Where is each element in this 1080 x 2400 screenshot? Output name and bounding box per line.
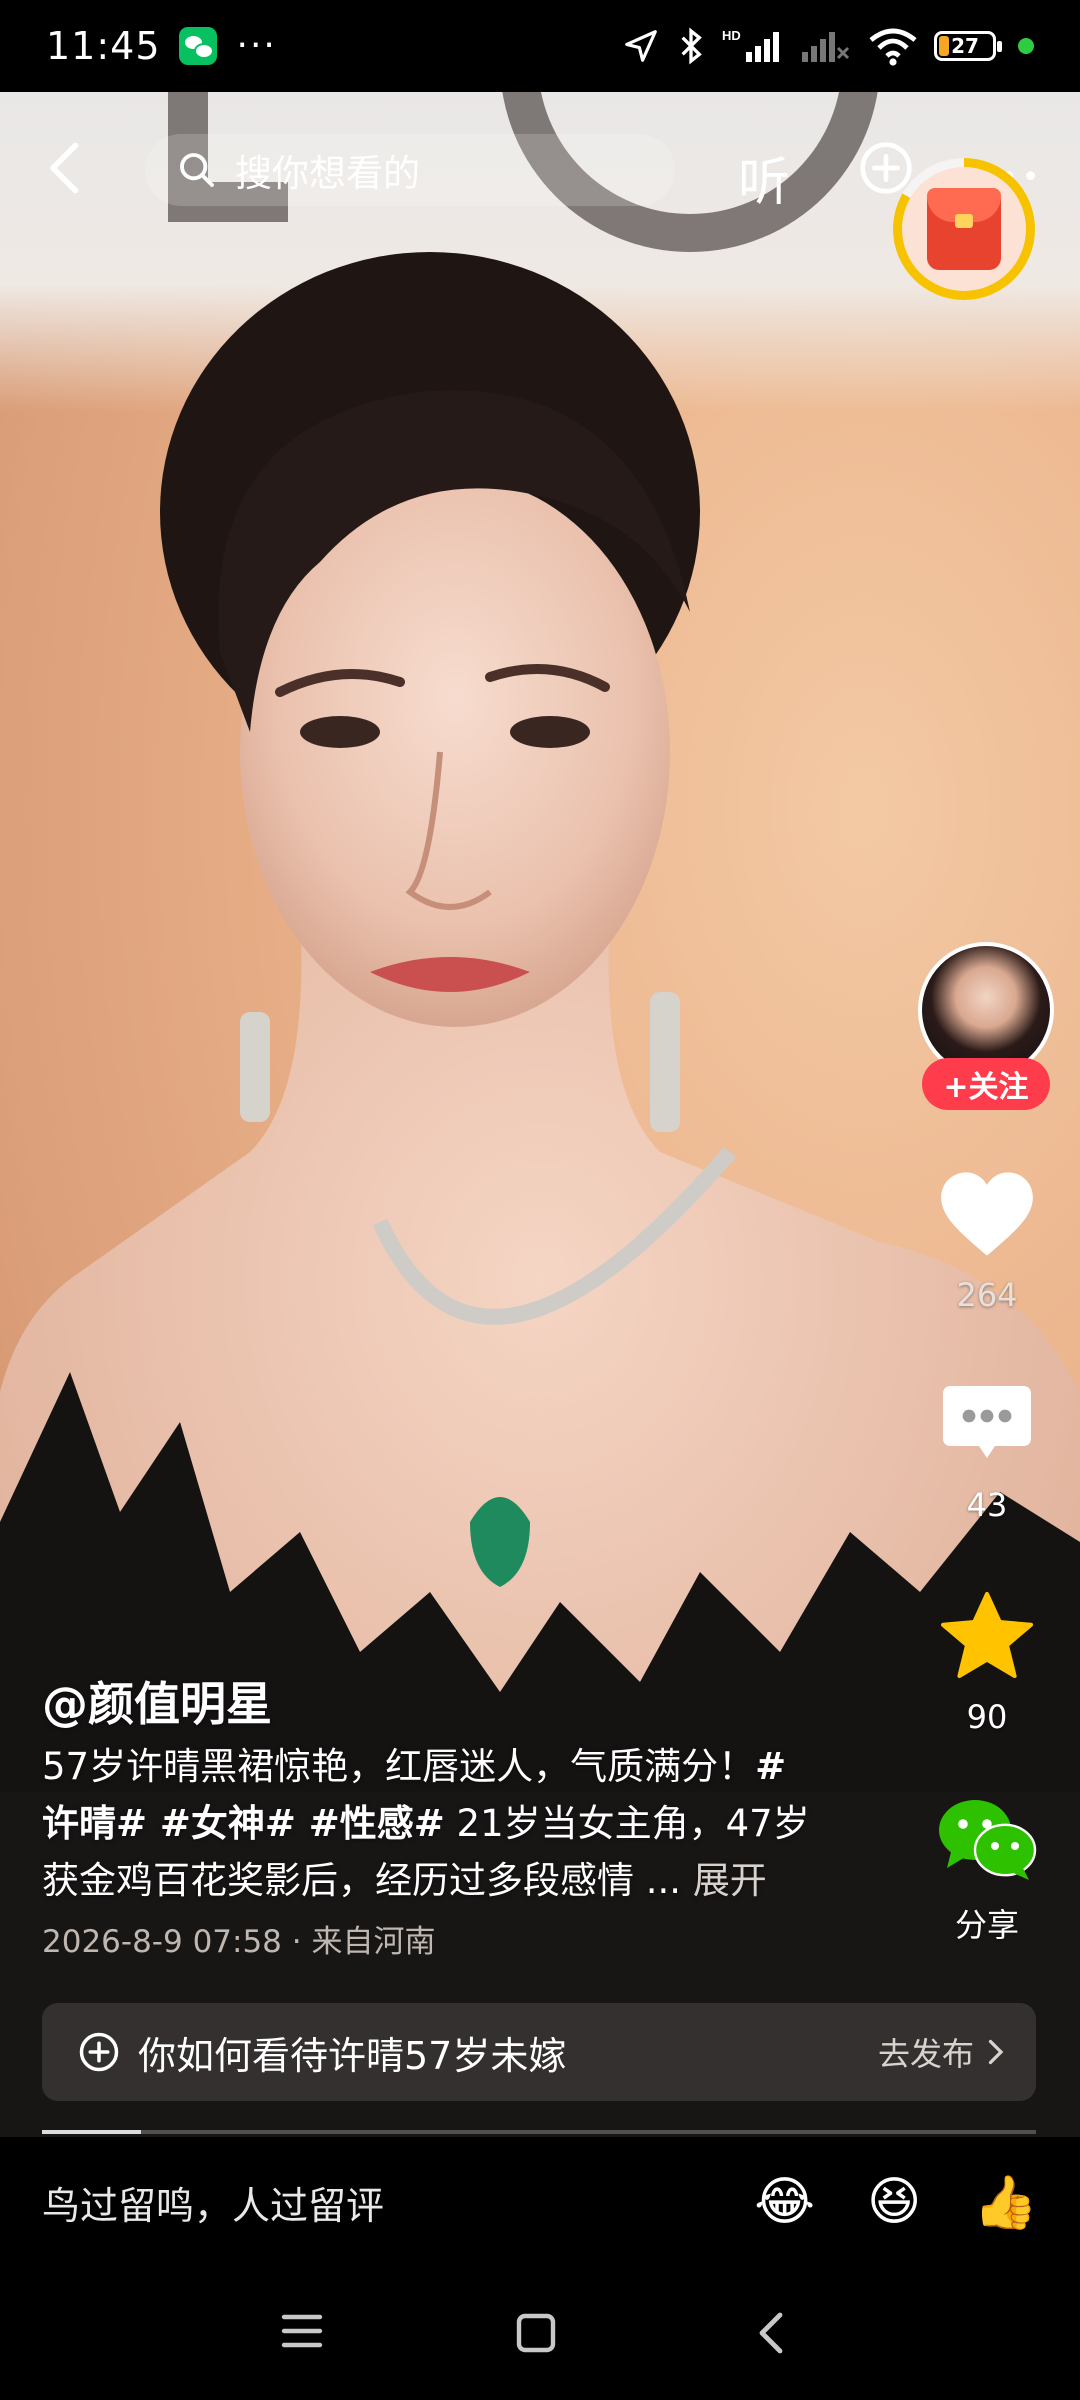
star-icon	[941, 1592, 1033, 1678]
home-icon[interactable]	[514, 2311, 558, 2355]
favorite-count: 90	[966, 1698, 1008, 1736]
back-icon[interactable]	[752, 2309, 792, 2357]
post-caption[interactable]: 57岁许晴黑裙惊艳，红唇迷人，气质满分！# 许晴# #女神# #性感# 21岁当…	[42, 1738, 862, 1909]
heart-icon	[941, 1172, 1033, 1256]
follow-button[interactable]: +关注	[922, 1058, 1050, 1110]
location-arrow-icon	[625, 30, 657, 62]
topic-text: 你如何看待许晴57岁未嫁	[138, 2033, 567, 2078]
system-nav-bar	[0, 2267, 1080, 2400]
privacy-indicator-dot	[1018, 38, 1034, 54]
search-bar[interactable]: 搜你想看的	[145, 134, 675, 206]
signal-weak-icon	[802, 32, 850, 62]
caption-line: 许晴# #女神# #性感# 21岁当女主角，47岁	[42, 1795, 862, 1852]
battery-icon: 27	[934, 31, 1002, 61]
expand-button[interactable]: 展开	[693, 1859, 767, 1902]
signal-hd-label: HD	[722, 28, 741, 43]
caption-text: 21岁当女主角，47岁	[444, 1802, 810, 1845]
quick-emoji-list: 😂 😆 👍	[754, 2172, 1038, 2233]
post-meta: 2026-8-9 07:58 · 来自河南	[42, 1916, 435, 1961]
wechat-share-icon	[939, 1800, 1037, 1880]
caption-text: 获金鸡百花奖影后，经历过多段感情 ...	[42, 1859, 693, 1902]
search-placeholder: 搜你想看的	[235, 152, 420, 195]
more-notifications-icon: ···	[236, 25, 277, 66]
status-bar: 11:45 ··· HD 27	[0, 0, 1080, 92]
author-name[interactable]: @颜值明星	[42, 1668, 272, 1734]
wechat-notification-icon	[178, 27, 217, 65]
caption-text: 57岁许晴黑裙惊艳，红唇迷人，气质满分！	[42, 1745, 756, 1788]
meta-separator: ·	[281, 1924, 312, 1960]
topic-post-label: 去发布	[877, 2035, 974, 2073]
comment-button[interactable]: 43	[917, 1382, 1057, 1524]
video-progress-fill	[42, 2130, 142, 2134]
signal-hd-icon: HD	[722, 28, 779, 62]
comment-placeholder: 鸟过留鸣，人过留评	[42, 2183, 385, 2228]
topic-post-button[interactable]: 去发布	[878, 2029, 1006, 2075]
post-location: 来自河南	[311, 1924, 436, 1960]
comment-input-bar[interactable]: 鸟过留鸣，人过留评 😂 😆 👍	[0, 2137, 1080, 2267]
status-time: 11:45	[46, 24, 161, 68]
chevron-right-icon	[988, 2039, 1004, 2065]
video-progress-bar[interactable]	[42, 2130, 1036, 2134]
topic-banner[interactable]: 你如何看待许晴57岁未嫁 去发布	[42, 2003, 1036, 2101]
hashtag-list[interactable]: 许晴# #女神# #性感#	[42, 1802, 445, 1845]
caption-line: 57岁许晴黑裙惊艳，红唇迷人，气质满分！#	[42, 1738, 862, 1795]
add-topic-icon	[79, 2032, 119, 2072]
favorite-button[interactable]: 90	[917, 1590, 1057, 1736]
bluetooth-icon	[681, 27, 702, 65]
share-label: 分享	[954, 1906, 1019, 1944]
like-button[interactable]: 264	[917, 1168, 1057, 1314]
post-date: 2026-8-9 07:58	[42, 1924, 282, 1960]
comment-count: 43	[966, 1486, 1008, 1524]
wifi-icon	[869, 28, 917, 66]
share-wechat-button[interactable]: 分享	[917, 1796, 1057, 1946]
red-packet-reward-button[interactable]	[893, 158, 1035, 300]
listen-button[interactable]: 听	[738, 140, 790, 215]
search-icon	[180, 153, 214, 187]
comment-bubble-icon	[943, 1386, 1031, 1458]
laughing-tears-emoji-icon[interactable]: 😂	[754, 2172, 815, 2233]
like-count: 264	[956, 1276, 1018, 1314]
thumbs-up-emoji-icon[interactable]: 👍	[973, 2172, 1038, 2233]
caption-line: 获金鸡百花奖影后，经历过多段感情 ... 展开	[42, 1852, 862, 1909]
grinning-emoji-icon[interactable]: 😆	[867, 2172, 921, 2233]
back-arrow-icon[interactable]	[38, 138, 98, 198]
menu-icon[interactable]	[280, 2311, 324, 2351]
red-envelope-icon	[927, 188, 1001, 270]
battery-level: 27	[951, 34, 979, 58]
hashtag[interactable]: #	[755, 1745, 786, 1788]
